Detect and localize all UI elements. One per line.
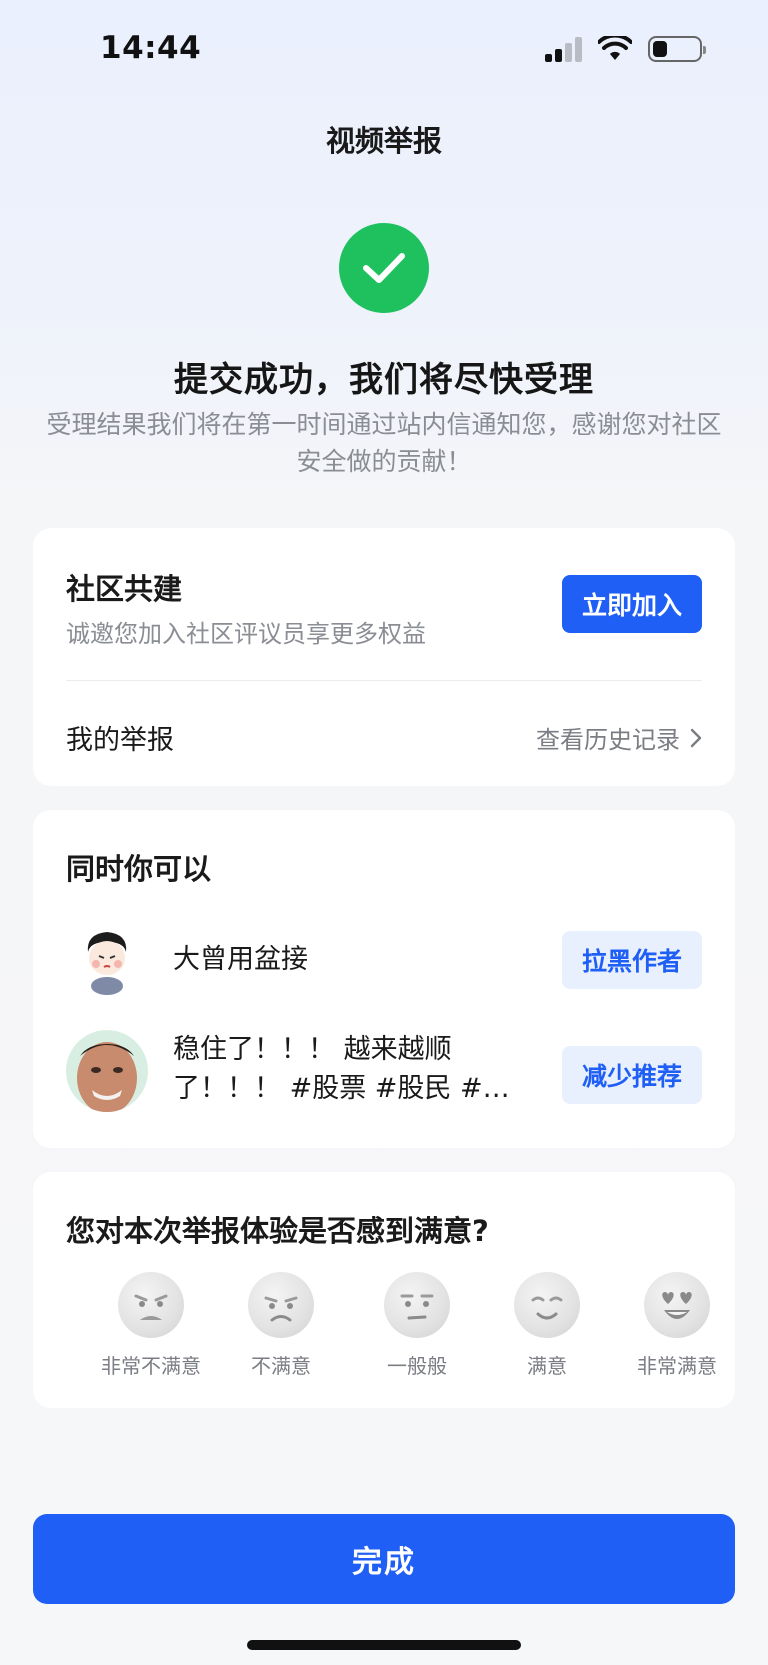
rating-label: 非常满意: [637, 1354, 717, 1378]
success-headline: 提交成功，我们将尽快受理: [174, 360, 594, 400]
rating-label: 不满意: [251, 1354, 311, 1378]
rating-card: 您对本次举报体验是否感到满意? 非常不满意 不满意 一般般 满意 非常满意: [33, 1172, 735, 1408]
history-link[interactable]: 查看历史记录: [536, 720, 702, 755]
rating-neutral[interactable]: 一般般: [352, 1272, 482, 1379]
rating-label: 一般般: [387, 1354, 447, 1378]
angry-face-icon: [118, 1272, 184, 1338]
status-time: 14:44: [100, 30, 202, 66]
avatar: [66, 918, 148, 1000]
rating-satisfied[interactable]: 满意: [482, 1272, 612, 1379]
join-button[interactable]: 立即加入: [562, 575, 702, 633]
battery-icon: [648, 36, 706, 62]
block-author-button[interactable]: 拉黑作者: [562, 931, 702, 989]
frown-face-icon: [248, 1272, 314, 1338]
community-desc: 诚邀您加入社区评议员享更多权益: [66, 620, 426, 648]
history-link-label: 查看历史记录: [536, 726, 680, 754]
my-report-row[interactable]: 我的举报 查看历史记录: [33, 681, 735, 786]
rating-unsatisfied[interactable]: 不满意: [216, 1272, 346, 1379]
community-card: 社区共建 诚邀您加入社区评议员享更多权益 立即加入 我的举报 查看历史记录: [33, 528, 735, 786]
reduce-recommend-button[interactable]: 减少推荐: [562, 1046, 702, 1104]
avatar: [66, 1030, 148, 1112]
my-report-label: 我的举报: [66, 725, 174, 756]
community-title: 社区共建: [66, 572, 183, 606]
success-subtext: 受理结果我们将在第一时间通过站内信通知您，感谢您对社区安全做的贡献！: [46, 410, 722, 476]
heart-eyes-face-icon: [644, 1272, 710, 1338]
rating-very-satisfied[interactable]: 非常满意: [612, 1272, 742, 1379]
smile-face-icon: [514, 1272, 580, 1338]
rating-very-unsatisfied[interactable]: 非常不满意: [86, 1272, 216, 1379]
cellular-signal-icon: [545, 36, 582, 62]
rating-row: 非常不满意 不满意 一般般 满意 非常满意: [33, 1272, 735, 1382]
rating-label: 满意: [527, 1354, 567, 1378]
author-name: 大曾用盆接: [173, 944, 308, 975]
home-indicator: [247, 1640, 521, 1650]
list-item: 大曾用盆接 拉黑作者: [33, 910, 735, 1010]
page-title: 视频举报: [325, 124, 442, 158]
wifi-icon: [598, 36, 632, 60]
neutral-face-icon: [384, 1272, 450, 1338]
status-icons: [545, 36, 706, 62]
alternatives-title: 同时你可以: [66, 852, 212, 886]
rating-title: 您对本次举报体验是否感到满意?: [66, 1214, 489, 1248]
alternatives-card: 同时你可以 大曾用盆接 拉黑作者 稳住了！！！ 越来越顺了！！！ #股票 #股民…: [33, 810, 735, 1148]
status-bar: 14:44: [0, 0, 768, 100]
rating-label: 非常不满意: [101, 1354, 201, 1378]
video-title: 稳住了！！！ 越来越顺了！！！ #股票 #股民 #…: [173, 1034, 510, 1104]
list-item: 稳住了！！！ 越来越顺了！！！ #股票 #股民 #… 减少推荐: [33, 1022, 735, 1122]
done-button[interactable]: 完成: [33, 1514, 735, 1604]
check-circle-icon: [339, 223, 429, 313]
chevron-right-icon: [690, 728, 702, 747]
